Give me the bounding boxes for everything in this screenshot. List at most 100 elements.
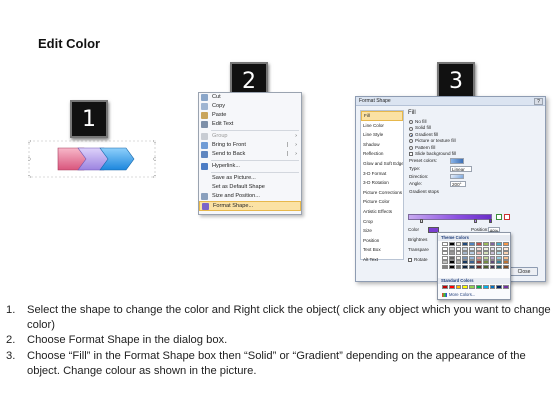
- color-swatch[interactable]: [442, 242, 448, 246]
- nav-item-fill[interactable]: Fill: [361, 111, 403, 121]
- color-swatch[interactable]: [489, 255, 496, 260]
- color-swatch[interactable]: [469, 255, 475, 260]
- color-swatch[interactable]: [469, 242, 475, 246]
- color-swatch[interactable]: [503, 255, 509, 260]
- color-swatch[interactable]: [448, 246, 455, 251]
- selected-chevron-shape[interactable]: [28, 140, 156, 178]
- selection-handle[interactable]: [28, 157, 31, 161]
- color-swatch[interactable]: [489, 260, 496, 265]
- color-swatch[interactable]: [496, 246, 503, 251]
- color-swatch[interactable]: [475, 264, 482, 269]
- nav-item-size[interactable]: Size: [361, 226, 403, 236]
- selection-handle[interactable]: [28, 175, 31, 178]
- nav-item-reflection[interactable]: Reflection: [361, 149, 403, 159]
- color-swatch[interactable]: [482, 242, 489, 246]
- selection-handle[interactable]: [153, 157, 156, 161]
- direction-dropdown[interactable]: [450, 173, 464, 180]
- type-select[interactable]: Linear: [450, 165, 472, 172]
- color-swatch[interactable]: [489, 251, 496, 256]
- color-swatch[interactable]: [448, 242, 455, 246]
- color-swatch[interactable]: [462, 264, 469, 269]
- color-swatch[interactable]: [442, 251, 448, 256]
- color-swatch[interactable]: [462, 242, 469, 246]
- submenu-arrow-icon[interactable]: ›: [295, 150, 297, 159]
- checkbox-icon[interactable]: [408, 257, 412, 262]
- color-swatch[interactable]: [482, 260, 489, 265]
- color-swatch[interactable]: [442, 246, 448, 251]
- color-swatch[interactable]: [503, 285, 509, 289]
- color-swatch[interactable]: [448, 260, 455, 265]
- nav-item-picture-color[interactable]: Picture Color: [361, 197, 403, 207]
- menu-item-edit-text[interactable]: Edit Text: [199, 120, 301, 129]
- menu-item-save-as-picture[interactable]: Save as Picture...: [199, 174, 301, 183]
- color-swatch[interactable]: [442, 260, 448, 265]
- menu-item-paste[interactable]: Paste: [199, 111, 301, 120]
- color-swatch[interactable]: [455, 260, 462, 265]
- menu-item-group[interactable]: Group ›: [199, 132, 301, 141]
- color-swatch[interactable]: [475, 251, 482, 256]
- color-swatch[interactable]: [462, 255, 469, 260]
- color-swatch[interactable]: [489, 242, 496, 246]
- menu-item-bring-to-front[interactable]: Bring to Front | ›: [199, 141, 301, 150]
- color-swatch[interactable]: [496, 264, 503, 269]
- color-swatch[interactable]: [503, 242, 509, 246]
- color-swatch[interactable]: [442, 255, 448, 260]
- menu-item-cut[interactable]: Cut: [199, 93, 301, 102]
- color-swatch[interactable]: [475, 246, 482, 251]
- radio-icon[interactable]: [409, 145, 413, 150]
- nav-item-shadow[interactable]: Shadow: [361, 140, 403, 150]
- color-swatch[interactable]: [482, 255, 489, 260]
- color-swatch[interactable]: [469, 285, 475, 289]
- radio-icon[interactable]: [409, 126, 413, 131]
- radio-checked-icon[interactable]: [409, 132, 413, 137]
- color-swatch[interactable]: [462, 260, 469, 265]
- menu-item-hyperlink[interactable]: Hyperlink...: [199, 162, 301, 171]
- submenu-arrow-icon[interactable]: ›: [295, 141, 297, 150]
- nav-item-position[interactable]: Position: [361, 236, 403, 246]
- nav-item-3d-rotation[interactable]: 3-D Rotation: [361, 178, 403, 188]
- radio-icon[interactable]: [409, 139, 413, 144]
- nav-item-text-box[interactable]: Text Box: [361, 245, 403, 255]
- color-swatch[interactable]: [482, 264, 489, 269]
- color-swatch[interactable]: [448, 251, 455, 256]
- color-swatch[interactable]: [489, 246, 496, 251]
- selection-handle[interactable]: [28, 140, 31, 143]
- gradient-stop-handle[interactable]: [474, 219, 477, 223]
- color-swatch[interactable]: [448, 255, 455, 260]
- menu-item-format-shape[interactable]: Format Shape...: [199, 201, 301, 211]
- gradient-stop-handle[interactable]: [420, 219, 423, 223]
- color-swatch[interactable]: [455, 264, 462, 269]
- color-swatch[interactable]: [496, 251, 503, 256]
- rotate-with-shape-row[interactable]: Rotate: [408, 256, 428, 263]
- color-swatch[interactable]: [496, 285, 503, 289]
- nav-item-picture-corrections[interactable]: Picture Corrections: [361, 188, 403, 198]
- color-swatch[interactable]: [475, 285, 482, 289]
- menu-item-send-to-back[interactable]: Send to Back | ›: [199, 150, 301, 159]
- menu-item-copy[interactable]: Copy: [199, 102, 301, 111]
- color-swatch[interactable]: [442, 285, 448, 289]
- remove-stop-icon[interactable]: [504, 214, 510, 220]
- preset-colors-dropdown[interactable]: [450, 158, 464, 164]
- color-swatch[interactable]: [469, 251, 475, 256]
- color-swatch[interactable]: [469, 260, 475, 265]
- color-swatch[interactable]: [442, 264, 448, 269]
- selection-handle[interactable]: [153, 140, 156, 143]
- color-swatch[interactable]: [469, 264, 475, 269]
- gradient-stop-handle[interactable]: [489, 219, 492, 223]
- selection-handle[interactable]: [153, 175, 156, 178]
- color-swatch[interactable]: [475, 255, 482, 260]
- color-swatch[interactable]: [455, 285, 462, 289]
- color-swatch[interactable]: [489, 285, 496, 289]
- color-swatch[interactable]: [503, 260, 509, 265]
- color-swatch[interactable]: [475, 260, 482, 265]
- menu-item-set-default-shape[interactable]: Set as Default Shape: [199, 183, 301, 192]
- color-swatch[interactable]: [496, 255, 503, 260]
- nav-item-line-color[interactable]: Line Color: [361, 121, 403, 131]
- color-swatch[interactable]: [482, 251, 489, 256]
- color-swatch[interactable]: [503, 246, 509, 251]
- nav-item-crop[interactable]: Crop: [361, 217, 403, 227]
- angle-input[interactable]: 200°: [450, 181, 466, 187]
- color-swatch[interactable]: [482, 285, 489, 289]
- color-swatch[interactable]: [455, 251, 462, 256]
- color-swatch[interactable]: [496, 242, 503, 246]
